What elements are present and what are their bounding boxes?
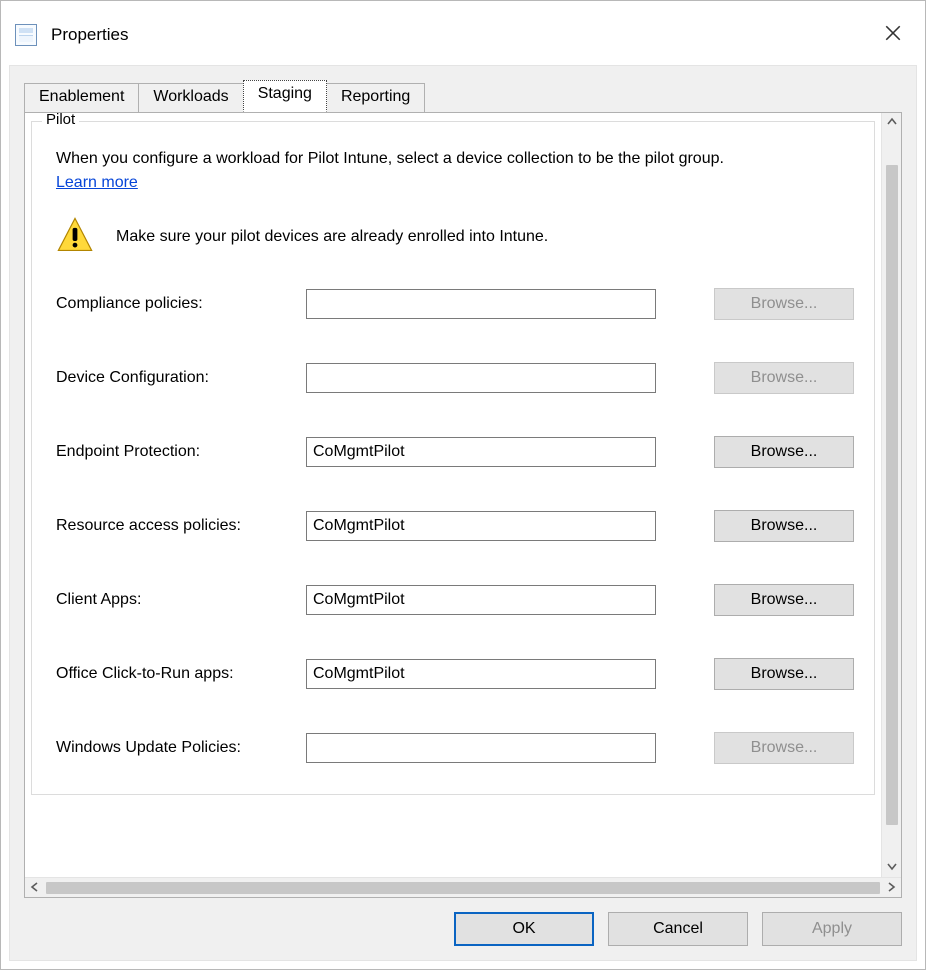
scroll-thumb[interactable] (886, 165, 898, 825)
collection-input[interactable] (306, 437, 656, 467)
field-label: Office Click-to-Run apps: (56, 665, 306, 683)
window-title: Properties (51, 25, 128, 45)
staging-content: Pilot When you configure a workload for … (25, 113, 881, 877)
tab-panel-staging: Pilot When you configure a workload for … (24, 112, 902, 898)
field-row: Endpoint Protection: Browse... (56, 436, 854, 468)
field-label: Windows Update Policies: (56, 739, 306, 757)
hscroll-thumb[interactable] (46, 882, 880, 894)
browse-button[interactable]: Browse... (714, 658, 854, 690)
field-label: Resource access policies: (56, 517, 306, 535)
horizontal-scrollbar[interactable] (25, 877, 901, 897)
pilot-description: When you configure a workload for Pilot … (56, 148, 854, 170)
tab-workloads[interactable]: Workloads (138, 83, 243, 113)
field-row: Resource access policies: Browse... (56, 510, 854, 542)
scroll-right-icon[interactable] (884, 881, 898, 895)
browse-button: Browse... (714, 732, 854, 764)
field-row: Office Click-to-Run apps: Browse... (56, 658, 854, 690)
client-area: Enablement Workloads Staging Reporting P… (9, 65, 917, 961)
field-label: Endpoint Protection: (56, 443, 306, 461)
tab-reporting[interactable]: Reporting (326, 83, 425, 113)
collection-input[interactable] (306, 289, 656, 319)
field-row: Compliance policies: Browse... (56, 288, 854, 320)
browse-button[interactable]: Browse... (714, 436, 854, 468)
apply-button[interactable]: Apply (762, 912, 902, 946)
collection-input[interactable] (306, 733, 656, 763)
scroll-up-icon[interactable] (887, 116, 897, 130)
titlebar: Properties (9, 9, 917, 61)
field-row: Client Apps: Browse... (56, 584, 854, 616)
cancel-button[interactable]: Cancel (608, 912, 748, 946)
scroll-left-icon[interactable] (28, 881, 42, 895)
field-row: Windows Update Policies: Browse... (56, 732, 854, 764)
pilot-groupbox: Pilot When you configure a workload for … (31, 121, 875, 795)
browse-button[interactable]: Browse... (714, 584, 854, 616)
close-icon[interactable] (875, 22, 911, 48)
field-label: Compliance policies: (56, 295, 306, 313)
tab-staging[interactable]: Staging (243, 80, 327, 112)
collection-input[interactable] (306, 659, 656, 689)
warning-icon (56, 216, 94, 258)
collection-input[interactable] (306, 585, 656, 615)
browse-button: Browse... (714, 362, 854, 394)
dialog-button-row: OK Cancel Apply (24, 898, 902, 946)
tab-enablement[interactable]: Enablement (24, 83, 139, 113)
ok-button[interactable]: OK (454, 912, 594, 946)
vertical-scrollbar[interactable] (881, 113, 901, 877)
pilot-legend: Pilot (42, 113, 79, 128)
tab-strip: Enablement Workloads Staging Reporting (24, 78, 902, 112)
app-icon (15, 24, 37, 46)
field-label: Device Configuration: (56, 369, 306, 387)
collection-input[interactable] (306, 511, 656, 541)
learn-more-link[interactable]: Learn more (56, 174, 138, 192)
collection-input[interactable] (306, 363, 656, 393)
field-row: Device Configuration: Browse... (56, 362, 854, 394)
scroll-down-icon[interactable] (887, 860, 897, 874)
browse-button: Browse... (714, 288, 854, 320)
pilot-warning-text: Make sure your pilot devices are already… (116, 228, 548, 246)
field-label: Client Apps: (56, 591, 306, 609)
browse-button[interactable]: Browse... (714, 510, 854, 542)
properties-window: Properties Enablement Workloads Staging … (0, 0, 926, 970)
pilot-warning-row: Make sure your pilot devices are already… (56, 216, 854, 258)
